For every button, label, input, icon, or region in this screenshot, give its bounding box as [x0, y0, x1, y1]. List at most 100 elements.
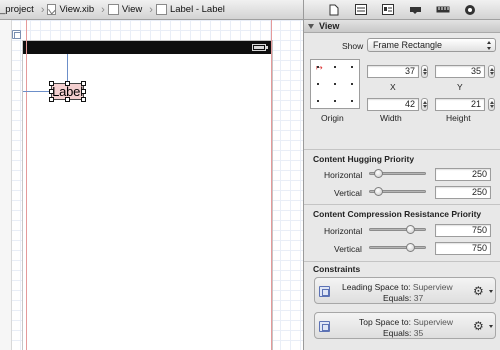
y-label: Y: [457, 82, 463, 92]
constraint-top-space[interactable]: Top Space to: Superview Equals: 35 ⚙: [314, 312, 496, 339]
interface-builder-canvas[interactable]: [0, 20, 303, 350]
x-label: X: [390, 82, 396, 92]
disclosure-triangle-icon[interactable]: [308, 23, 314, 29]
show-label: Show: [342, 41, 364, 51]
hugging-vertical-label: Vertical: [334, 188, 362, 198]
anchor-dot[interactable]: [334, 66, 336, 68]
constraint-equals-label: Equals:: [383, 328, 412, 338]
y-stepper[interactable]: [488, 65, 495, 78]
compression-horizontal-knob[interactable]: [406, 225, 415, 234]
constraint-line: Top Space to: Superview: [359, 317, 453, 327]
resize-handle-top-left[interactable]: [49, 81, 54, 86]
resize-handle-top-right[interactable]: [81, 81, 86, 86]
anchor-dot[interactable]: [334, 83, 336, 85]
selected-label[interactable]: Label: [49, 81, 86, 102]
resize-handle-bottom-left[interactable]: [49, 97, 54, 102]
constraint-equals-line: Equals: 37: [383, 293, 423, 303]
crumb-label[interactable]: Label - Label: [155, 0, 228, 19]
compression-vertical-field[interactable]: 750: [435, 242, 491, 255]
y-field[interactable]: 35: [435, 65, 485, 78]
compression-horizontal-field[interactable]: 750: [435, 224, 491, 237]
scene-toggle-icon[interactable]: [12, 30, 21, 39]
hugging-horizontal-knob[interactable]: [374, 169, 383, 178]
crumb-view[interactable]: View: [107, 0, 145, 19]
constraint-key: Top Space to:: [359, 317, 411, 327]
view-section-header[interactable]: View: [304, 20, 500, 33]
anchor-dot[interactable]: [351, 66, 353, 68]
leading-space-constraint-line[interactable]: [23, 91, 52, 92]
size-inspector-tab[interactable]: [436, 3, 450, 17]
canvas-gutter: [0, 20, 12, 350]
chevron-right-icon: ›: [40, 3, 45, 16]
anchor-dot[interactable]: [317, 66, 319, 68]
x-field[interactable]: 37: [367, 65, 419, 78]
anchor-dot[interactable]: [351, 83, 353, 85]
frame-group: Show Frame Rectangle ↦ Origin 37 X 35 Y …: [304, 33, 500, 150]
right-margin-guide: [271, 20, 272, 350]
x-stepper[interactable]: [421, 65, 428, 78]
crumb-file[interactable]: View.xib: [47, 0, 97, 19]
size-inspector: View Show Frame Rectangle ↦ Origin 37 X …: [303, 20, 500, 350]
resize-handle-top[interactable]: [65, 81, 70, 86]
height-stepper[interactable]: [488, 98, 495, 111]
attributes-icon: [410, 7, 422, 14]
resize-handle-bottom[interactable]: [65, 97, 70, 102]
origin-selector[interactable]: ↦: [310, 59, 360, 109]
anchor-dot[interactable]: [317, 83, 319, 85]
resize-handle-right[interactable]: [81, 89, 86, 94]
view-icon: [107, 4, 119, 15]
chevron-right-icon: ›: [101, 3, 105, 16]
jump-bar: _project › View.xib › View › Label - Lab…: [0, 0, 303, 20]
compression-title: Content Compression Resistance Priority: [313, 209, 482, 219]
top-space-constraint-line[interactable]: [67, 54, 68, 84]
crumb-project[interactable]: _project: [0, 0, 37, 19]
resize-handle-bottom-right[interactable]: [81, 97, 86, 102]
label-object-icon: [155, 4, 167, 15]
compression-vertical-knob[interactable]: [406, 243, 415, 252]
compression-horizontal-label: Horizontal: [324, 226, 363, 236]
chevron-right-icon: ›: [149, 3, 153, 16]
anchor-dot[interactable]: [317, 100, 319, 102]
ruler-icon: [436, 6, 450, 13]
compression-vertical-slider[interactable]: [369, 246, 426, 249]
constraint-equals-line: Equals: 35: [383, 328, 423, 338]
show-popup[interactable]: Frame Rectangle: [367, 38, 496, 52]
xib-file-icon: [47, 4, 57, 15]
crumb-file-label: View.xib: [59, 4, 95, 15]
view-section-title: View: [319, 21, 340, 31]
anchor-dot[interactable]: [334, 100, 336, 102]
width-label: Width: [380, 113, 402, 123]
connections-inspector-tab[interactable]: [463, 3, 477, 17]
compression-vertical-label: Vertical: [334, 244, 362, 254]
hugging-title: Content Hugging Priority: [313, 154, 415, 164]
width-field[interactable]: 42: [367, 98, 419, 111]
simulated-status-bar: [23, 41, 272, 54]
constraint-leading-space[interactable]: Leading Space to: Superview Equals: 37 ⚙: [314, 277, 496, 304]
compression-horizontal-slider[interactable]: [369, 228, 426, 231]
resize-handle-left[interactable]: [49, 89, 54, 94]
hugging-vertical-knob[interactable]: [374, 187, 383, 196]
quick-help-tab[interactable]: [354, 3, 368, 17]
hugging-group: Content Hugging Priority Horizontal 250 …: [304, 150, 500, 204]
attributes-inspector-tab[interactable]: [409, 3, 423, 17]
crumb-project-label: _project: [0, 4, 34, 15]
top-constraint-icon: [319, 321, 330, 332]
width-stepper[interactable]: [421, 98, 428, 111]
chevron-down-icon: [489, 325, 493, 328]
left-margin-guide: [26, 20, 27, 350]
quick-help-icon: [354, 4, 367, 15]
hugging-horizontal-field[interactable]: 250: [435, 168, 491, 181]
anchor-dot[interactable]: [351, 100, 353, 102]
constraint-equals-value: 37: [413, 293, 424, 303]
file-inspector-tab[interactable]: [327, 3, 341, 17]
hugging-vertical-field[interactable]: 250: [435, 186, 491, 199]
gear-icon[interactable]: ⚙: [473, 285, 493, 297]
identity-inspector-tab[interactable]: [381, 3, 395, 17]
constraint-line: Leading Space to: Superview: [342, 282, 453, 292]
hugging-horizontal-label: Horizontal: [324, 170, 363, 180]
height-field[interactable]: 21: [435, 98, 485, 111]
constraints-title: Constraints: [313, 264, 361, 274]
constraint-target: Superview: [412, 282, 453, 292]
gear-icon[interactable]: ⚙: [473, 320, 493, 332]
show-popup-value: Frame Rectangle: [373, 40, 443, 50]
